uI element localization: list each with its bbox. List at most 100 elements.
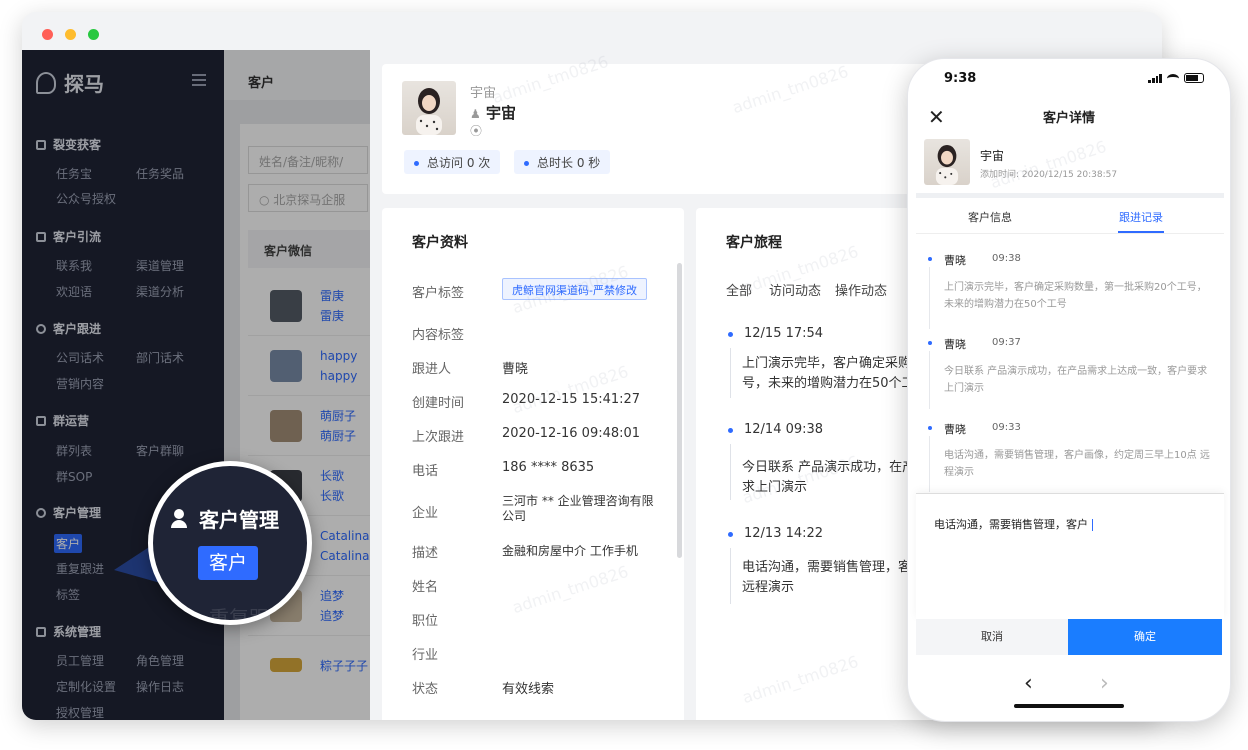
tab-follow-records[interactable]: 跟进记录: [1119, 209, 1163, 225]
battery-icon: [1184, 73, 1204, 83]
event-time: 12/13 14:22: [744, 526, 824, 541]
divider: [916, 233, 1224, 234]
info-scrollbar[interactable]: [677, 263, 682, 558]
record-time: 09:37: [992, 337, 1021, 348]
record-time: 09:33: [992, 422, 1021, 433]
record-dot: [928, 257, 932, 261]
record-text: 上门演示完毕，客户确定采购数量，第一批采购20个工号，未来的增购潜力在50个工号: [944, 282, 1207, 310]
field-value-status: 有效线索: [502, 682, 555, 697]
home-indicator: [1014, 704, 1124, 708]
timeline-line: [730, 348, 731, 398]
field-label: 职位: [412, 614, 439, 629]
timeline-line: [730, 444, 731, 500]
field-value-owner: 曹晓: [502, 362, 529, 377]
event-text: 今日联系 产品演示成功，在产品: [742, 460, 927, 475]
cancel-button[interactable]: 取消: [916, 619, 1068, 655]
confirm-button[interactable]: 确定: [1068, 619, 1222, 655]
forward-arrow-icon[interactable]: ›: [1100, 671, 1109, 696]
field-label: 客户标签: [412, 286, 465, 301]
field-label: 内容标签: [412, 328, 465, 343]
record-line: [929, 351, 930, 409]
record-dot: [928, 341, 932, 345]
text-caret: [1092, 519, 1093, 531]
follow-input-text: 电话沟通，需要销售管理，客户: [934, 518, 1088, 531]
phone-customer-avatar: [924, 139, 970, 185]
divider: [916, 193, 1224, 198]
customer-tag[interactable]: 虎鲸官网渠道码-严禁修改: [502, 278, 647, 300]
signal-icon: [1148, 73, 1162, 83]
event-text: 上门演示完毕，客户确定采购: [742, 356, 912, 371]
wifi-icon: [1167, 73, 1179, 83]
close-icon[interactable]: ✕: [928, 105, 945, 129]
field-label: 上次跟进: [412, 430, 465, 445]
follow-input-area[interactable]: 电话沟通，需要销售管理，客户: [916, 493, 1224, 619]
total-visits-badge: 总访问 0 次: [404, 150, 501, 174]
timeline-dot: [728, 532, 733, 537]
field-label: 状态: [412, 682, 439, 697]
field-label: 企业: [412, 506, 439, 521]
record-name: 曹晓: [944, 423, 966, 436]
record-text: 电话沟通，需要销售管理，客户画像，约定周三早上10点 远程演示: [944, 450, 1210, 478]
timeline-line: [730, 548, 731, 604]
magnifier-callout: 客户管理 客户 重复跟: [148, 461, 312, 625]
field-value-company: 三河市 ** 企业管理咨询有限公司: [502, 494, 654, 523]
record-text: 今日联系 产品演示成功，在产品需求上达成一致，客户要求上门演示: [944, 366, 1208, 394]
customer-name-row: ♟ 宇宙: [470, 102, 516, 123]
customer-info-card: 客户资料 客户标签 虎鲸官网渠道码-严禁修改 内容标签 跟进人 曹晓 创建时间 …: [382, 208, 684, 720]
phone-page-title: 客户详情: [1042, 111, 1095, 126]
event-text: 电话沟通，需要销售管理，客户画像: [742, 560, 927, 575]
status-time: 9:38: [944, 71, 977, 86]
user-icon: ♟: [470, 107, 481, 121]
record-line: [929, 267, 930, 329]
magnifier-title: 客户管理: [171, 504, 279, 533]
title-bar: [22, 12, 1162, 50]
watermark: admin_tm0826: [988, 136, 1109, 193]
user-manage-icon: [171, 508, 193, 529]
field-label: 创建时间: [412, 396, 465, 411]
magnifier-title-text: 客户管理: [199, 508, 279, 532]
maximize-window-button[interactable]: [88, 29, 99, 40]
customer-info-title: 客户资料: [412, 235, 468, 251]
field-label: 姓名: [412, 580, 439, 595]
back-arrow-icon[interactable]: ‹: [1024, 671, 1033, 696]
status-icons: [1148, 73, 1204, 83]
follow-input[interactable]: 电话沟通，需要销售管理，客户: [934, 516, 1093, 532]
magnifier-customer-button[interactable]: 客户: [198, 546, 258, 580]
record-dot: [928, 426, 932, 430]
close-window-button[interactable]: [42, 29, 53, 40]
minimize-window-button[interactable]: [65, 29, 76, 40]
record-name: 曹晓: [944, 254, 966, 267]
field-value-created: 2020-12-15 15:41:27: [502, 392, 641, 407]
timeline-dot: [728, 332, 733, 337]
modal-overlay: [22, 50, 370, 720]
field-value-phone: 186 **** 8635: [502, 460, 595, 475]
location-icon: ⦿: [470, 124, 483, 138]
event-text: 远程演示: [742, 580, 795, 595]
phone-customer-name: 宇宙: [980, 149, 1005, 163]
customer-name: 宇宙: [486, 104, 517, 122]
field-label: 行业: [412, 648, 439, 663]
timeline-dot: [728, 428, 733, 433]
field-value-last-follow: 2020-12-16 09:48:01: [502, 426, 641, 441]
tab-operation[interactable]: 操作动态: [835, 280, 887, 299]
journey-title: 客户旅程: [726, 235, 782, 251]
event-time: 12/15 17:54: [744, 326, 824, 341]
tab-all[interactable]: 全部: [726, 280, 752, 299]
event-text: 号，未来的增购潜力在50个工号: [742, 376, 927, 391]
record-name: 曹晓: [944, 338, 966, 351]
field-label: 描述: [412, 546, 439, 561]
record-time: 09:38: [992, 253, 1021, 264]
phone-added-time: 添加时间: 2020/12/15 20:38:57: [980, 170, 1118, 180]
event-text: 求上门演示: [742, 480, 808, 495]
record-line: [929, 436, 930, 492]
phone-mockup: 9:38 客户详情 ✕ 宇宙 添加时间: 2020/12/15 20:38:57…: [907, 58, 1231, 722]
field-label: 电话: [412, 464, 439, 479]
field-value-description: 金融和房屋中介 工作手机: [502, 544, 638, 558]
event-time: 12/14 09:38: [744, 422, 824, 437]
field-label: 跟进人: [412, 362, 452, 377]
tab-visit[interactable]: 访问动态: [769, 280, 821, 299]
total-duration-badge: 总时长 0 秒: [514, 150, 611, 174]
customer-avatar: [402, 81, 456, 135]
tab-customer-info[interactable]: 客户信息: [968, 209, 1012, 225]
customer-nickname: 宇宙: [470, 86, 497, 101]
